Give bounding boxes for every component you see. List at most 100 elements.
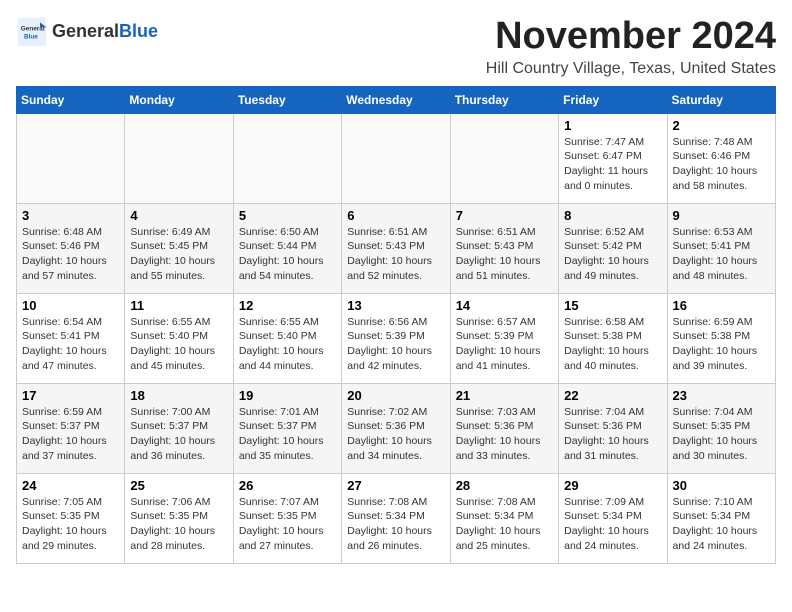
location-title: Hill Country Village, Texas, United Stat… bbox=[486, 60, 776, 78]
calendar-cell: 25 Sunrise: 7:06 AM Sunset: 5:35 PM Dayli… bbox=[125, 473, 233, 563]
calendar-header-friday: Friday bbox=[559, 86, 667, 113]
day-info: Sunrise: 7:02 AM Sunset: 5:36 PM Dayligh… bbox=[347, 405, 444, 464]
day-number: 18 bbox=[130, 388, 227, 403]
day-number: 14 bbox=[456, 298, 553, 313]
day-info: Sunrise: 7:04 AM Sunset: 5:35 PM Dayligh… bbox=[673, 405, 770, 464]
day-number: 26 bbox=[239, 478, 336, 493]
day-info: Sunrise: 6:54 AM Sunset: 5:41 PM Dayligh… bbox=[22, 315, 119, 374]
calendar-cell: 19 Sunrise: 7:01 AM Sunset: 5:37 PM Dayli… bbox=[233, 383, 341, 473]
day-info: Sunrise: 7:47 AM Sunset: 6:47 PM Dayligh… bbox=[564, 135, 661, 194]
day-info: Sunrise: 6:59 AM Sunset: 5:37 PM Dayligh… bbox=[22, 405, 119, 464]
calendar-cell bbox=[125, 113, 233, 203]
calendar-cell: 21 Sunrise: 7:03 AM Sunset: 5:36 PM Dayli… bbox=[450, 383, 558, 473]
calendar-header-sunday: Sunday bbox=[17, 86, 125, 113]
calendar-cell: 2 Sunrise: 7:48 AM Sunset: 6:46 PM Daylig… bbox=[667, 113, 775, 203]
logo-general-text: General bbox=[52, 21, 119, 41]
calendar-cell: 8Sunrise: 6:52 AM Sunset: 5:42 PM Daylig… bbox=[559, 203, 667, 293]
calendar-cell: 27Sunrise: 7:08 AM Sunset: 5:34 PM Dayli… bbox=[342, 473, 450, 563]
calendar-cell: 15Sunrise: 6:58 AM Sunset: 5:38 PM Dayli… bbox=[559, 293, 667, 383]
day-number: 9 bbox=[673, 208, 770, 223]
day-info: Sunrise: 6:57 AM Sunset: 5:39 PM Dayligh… bbox=[456, 315, 553, 374]
calendar-cell: 23 Sunrise: 7:04 AM Sunset: 5:35 PM Dayli… bbox=[667, 383, 775, 473]
calendar-header-thursday: Thursday bbox=[450, 86, 558, 113]
day-number: 27 bbox=[347, 478, 444, 493]
calendar-cell: 30Sunrise: 7:10 AM Sunset: 5:34 PM Dayli… bbox=[667, 473, 775, 563]
calendar-cell bbox=[342, 113, 450, 203]
calendar-cell: 28 Sunrise: 7:08 AM Sunset: 5:34 PM Dayli… bbox=[450, 473, 558, 563]
calendar-week-row: 24 Sunrise: 7:05 AM Sunset: 5:35 PM Dayli… bbox=[17, 473, 776, 563]
day-info: Sunrise: 7:08 AM Sunset: 5:34 PM Dayligh… bbox=[456, 495, 553, 554]
calendar-cell: 29Sunrise: 7:09 AM Sunset: 5:34 PM Dayli… bbox=[559, 473, 667, 563]
calendar-cell bbox=[450, 113, 558, 203]
calendar-cell bbox=[233, 113, 341, 203]
day-info: Sunrise: 6:59 AM Sunset: 5:38 PM Dayligh… bbox=[673, 315, 770, 374]
day-number: 8 bbox=[564, 208, 661, 223]
calendar-cell: 24 Sunrise: 7:05 AM Sunset: 5:35 PM Dayli… bbox=[17, 473, 125, 563]
calendar-cell: 12 Sunrise: 6:55 AM Sunset: 5:40 PM Dayli… bbox=[233, 293, 341, 383]
day-info: Sunrise: 7:48 AM Sunset: 6:46 PM Dayligh… bbox=[673, 135, 770, 194]
calendar-cell: 10 Sunrise: 6:54 AM Sunset: 5:41 PM Dayli… bbox=[17, 293, 125, 383]
calendar-cell: 4 Sunrise: 6:49 AM Sunset: 5:45 PM Daylig… bbox=[125, 203, 233, 293]
logo-blue-text: Blue bbox=[119, 21, 158, 41]
calendar-cell: 17 Sunrise: 6:59 AM Sunset: 5:37 PM Dayli… bbox=[17, 383, 125, 473]
day-number: 2 bbox=[673, 118, 770, 133]
day-number: 23 bbox=[673, 388, 770, 403]
calendar-cell: 18Sunrise: 7:00 AM Sunset: 5:37 PM Dayli… bbox=[125, 383, 233, 473]
calendar-cell: 14 Sunrise: 6:57 AM Sunset: 5:39 PM Dayli… bbox=[450, 293, 558, 383]
day-number: 24 bbox=[22, 478, 119, 493]
day-info: Sunrise: 6:53 AM Sunset: 5:41 PM Dayligh… bbox=[673, 225, 770, 284]
calendar-header-row: SundayMondayTuesdayWednesdayThursdayFrid… bbox=[17, 86, 776, 113]
day-number: 16 bbox=[673, 298, 770, 313]
day-info: Sunrise: 6:51 AM Sunset: 5:43 PM Dayligh… bbox=[347, 225, 444, 284]
day-info: Sunrise: 7:03 AM Sunset: 5:36 PM Dayligh… bbox=[456, 405, 553, 464]
calendar-table: SundayMondayTuesdayWednesdayThursdayFrid… bbox=[16, 86, 776, 564]
calendar-cell: 1 Sunrise: 7:47 AM Sunset: 6:47 PM Daylig… bbox=[559, 113, 667, 203]
calendar-cell: 26 Sunrise: 7:07 AM Sunset: 5:35 PM Dayli… bbox=[233, 473, 341, 563]
day-info: Sunrise: 6:55 AM Sunset: 5:40 PM Dayligh… bbox=[130, 315, 227, 374]
day-number: 11 bbox=[130, 298, 227, 313]
day-number: 25 bbox=[130, 478, 227, 493]
svg-text:Blue: Blue bbox=[24, 33, 38, 40]
day-number: 6 bbox=[347, 208, 444, 223]
day-number: 19 bbox=[239, 388, 336, 403]
calendar-cell: 11 Sunrise: 6:55 AM Sunset: 5:40 PM Dayli… bbox=[125, 293, 233, 383]
calendar-header-tuesday: Tuesday bbox=[233, 86, 341, 113]
day-info: Sunrise: 6:49 AM Sunset: 5:45 PM Dayligh… bbox=[130, 225, 227, 284]
calendar-week-row: 1 Sunrise: 7:47 AM Sunset: 6:47 PM Daylig… bbox=[17, 113, 776, 203]
day-number: 1 bbox=[564, 118, 661, 133]
calendar-week-row: 17 Sunrise: 6:59 AM Sunset: 5:37 PM Dayli… bbox=[17, 383, 776, 473]
calendar-week-row: 10 Sunrise: 6:54 AM Sunset: 5:41 PM Dayli… bbox=[17, 293, 776, 383]
page-header: General Blue GeneralBlue November 2024 H… bbox=[16, 16, 776, 78]
day-number: 21 bbox=[456, 388, 553, 403]
calendar-cell: 7 Sunrise: 6:51 AM Sunset: 5:43 PM Daylig… bbox=[450, 203, 558, 293]
title-area: November 2024 Hill Country Village, Texa… bbox=[486, 16, 776, 78]
day-number: 5 bbox=[239, 208, 336, 223]
day-info: Sunrise: 7:07 AM Sunset: 5:35 PM Dayligh… bbox=[239, 495, 336, 554]
day-number: 29 bbox=[564, 478, 661, 493]
calendar-cell: 22 Sunrise: 7:04 AM Sunset: 5:36 PM Dayli… bbox=[559, 383, 667, 473]
calendar-cell bbox=[17, 113, 125, 203]
calendar-cell: 9 Sunrise: 6:53 AM Sunset: 5:41 PM Daylig… bbox=[667, 203, 775, 293]
day-info: Sunrise: 7:01 AM Sunset: 5:37 PM Dayligh… bbox=[239, 405, 336, 464]
day-info: Sunrise: 6:58 AM Sunset: 5:38 PM Dayligh… bbox=[564, 315, 661, 374]
day-number: 10 bbox=[22, 298, 119, 313]
calendar-cell: 5 Sunrise: 6:50 AM Sunset: 5:44 PM Daylig… bbox=[233, 203, 341, 293]
logo: General Blue GeneralBlue bbox=[16, 16, 158, 48]
day-info: Sunrise: 7:05 AM Sunset: 5:35 PM Dayligh… bbox=[22, 495, 119, 554]
logo-icon: General Blue bbox=[16, 16, 48, 48]
day-number: 28 bbox=[456, 478, 553, 493]
day-number: 12 bbox=[239, 298, 336, 313]
day-number: 22 bbox=[564, 388, 661, 403]
day-number: 4 bbox=[130, 208, 227, 223]
day-number: 7 bbox=[456, 208, 553, 223]
day-info: Sunrise: 7:04 AM Sunset: 5:36 PM Dayligh… bbox=[564, 405, 661, 464]
day-number: 17 bbox=[22, 388, 119, 403]
calendar-cell: 3Sunrise: 6:48 AM Sunset: 5:46 PM Daylig… bbox=[17, 203, 125, 293]
day-number: 20 bbox=[347, 388, 444, 403]
day-info: Sunrise: 6:55 AM Sunset: 5:40 PM Dayligh… bbox=[239, 315, 336, 374]
day-info: Sunrise: 7:06 AM Sunset: 5:35 PM Dayligh… bbox=[130, 495, 227, 554]
day-info: Sunrise: 6:51 AM Sunset: 5:43 PM Dayligh… bbox=[456, 225, 553, 284]
day-info: Sunrise: 6:50 AM Sunset: 5:44 PM Dayligh… bbox=[239, 225, 336, 284]
day-number: 3 bbox=[22, 208, 119, 223]
calendar-cell: 6 Sunrise: 6:51 AM Sunset: 5:43 PM Daylig… bbox=[342, 203, 450, 293]
